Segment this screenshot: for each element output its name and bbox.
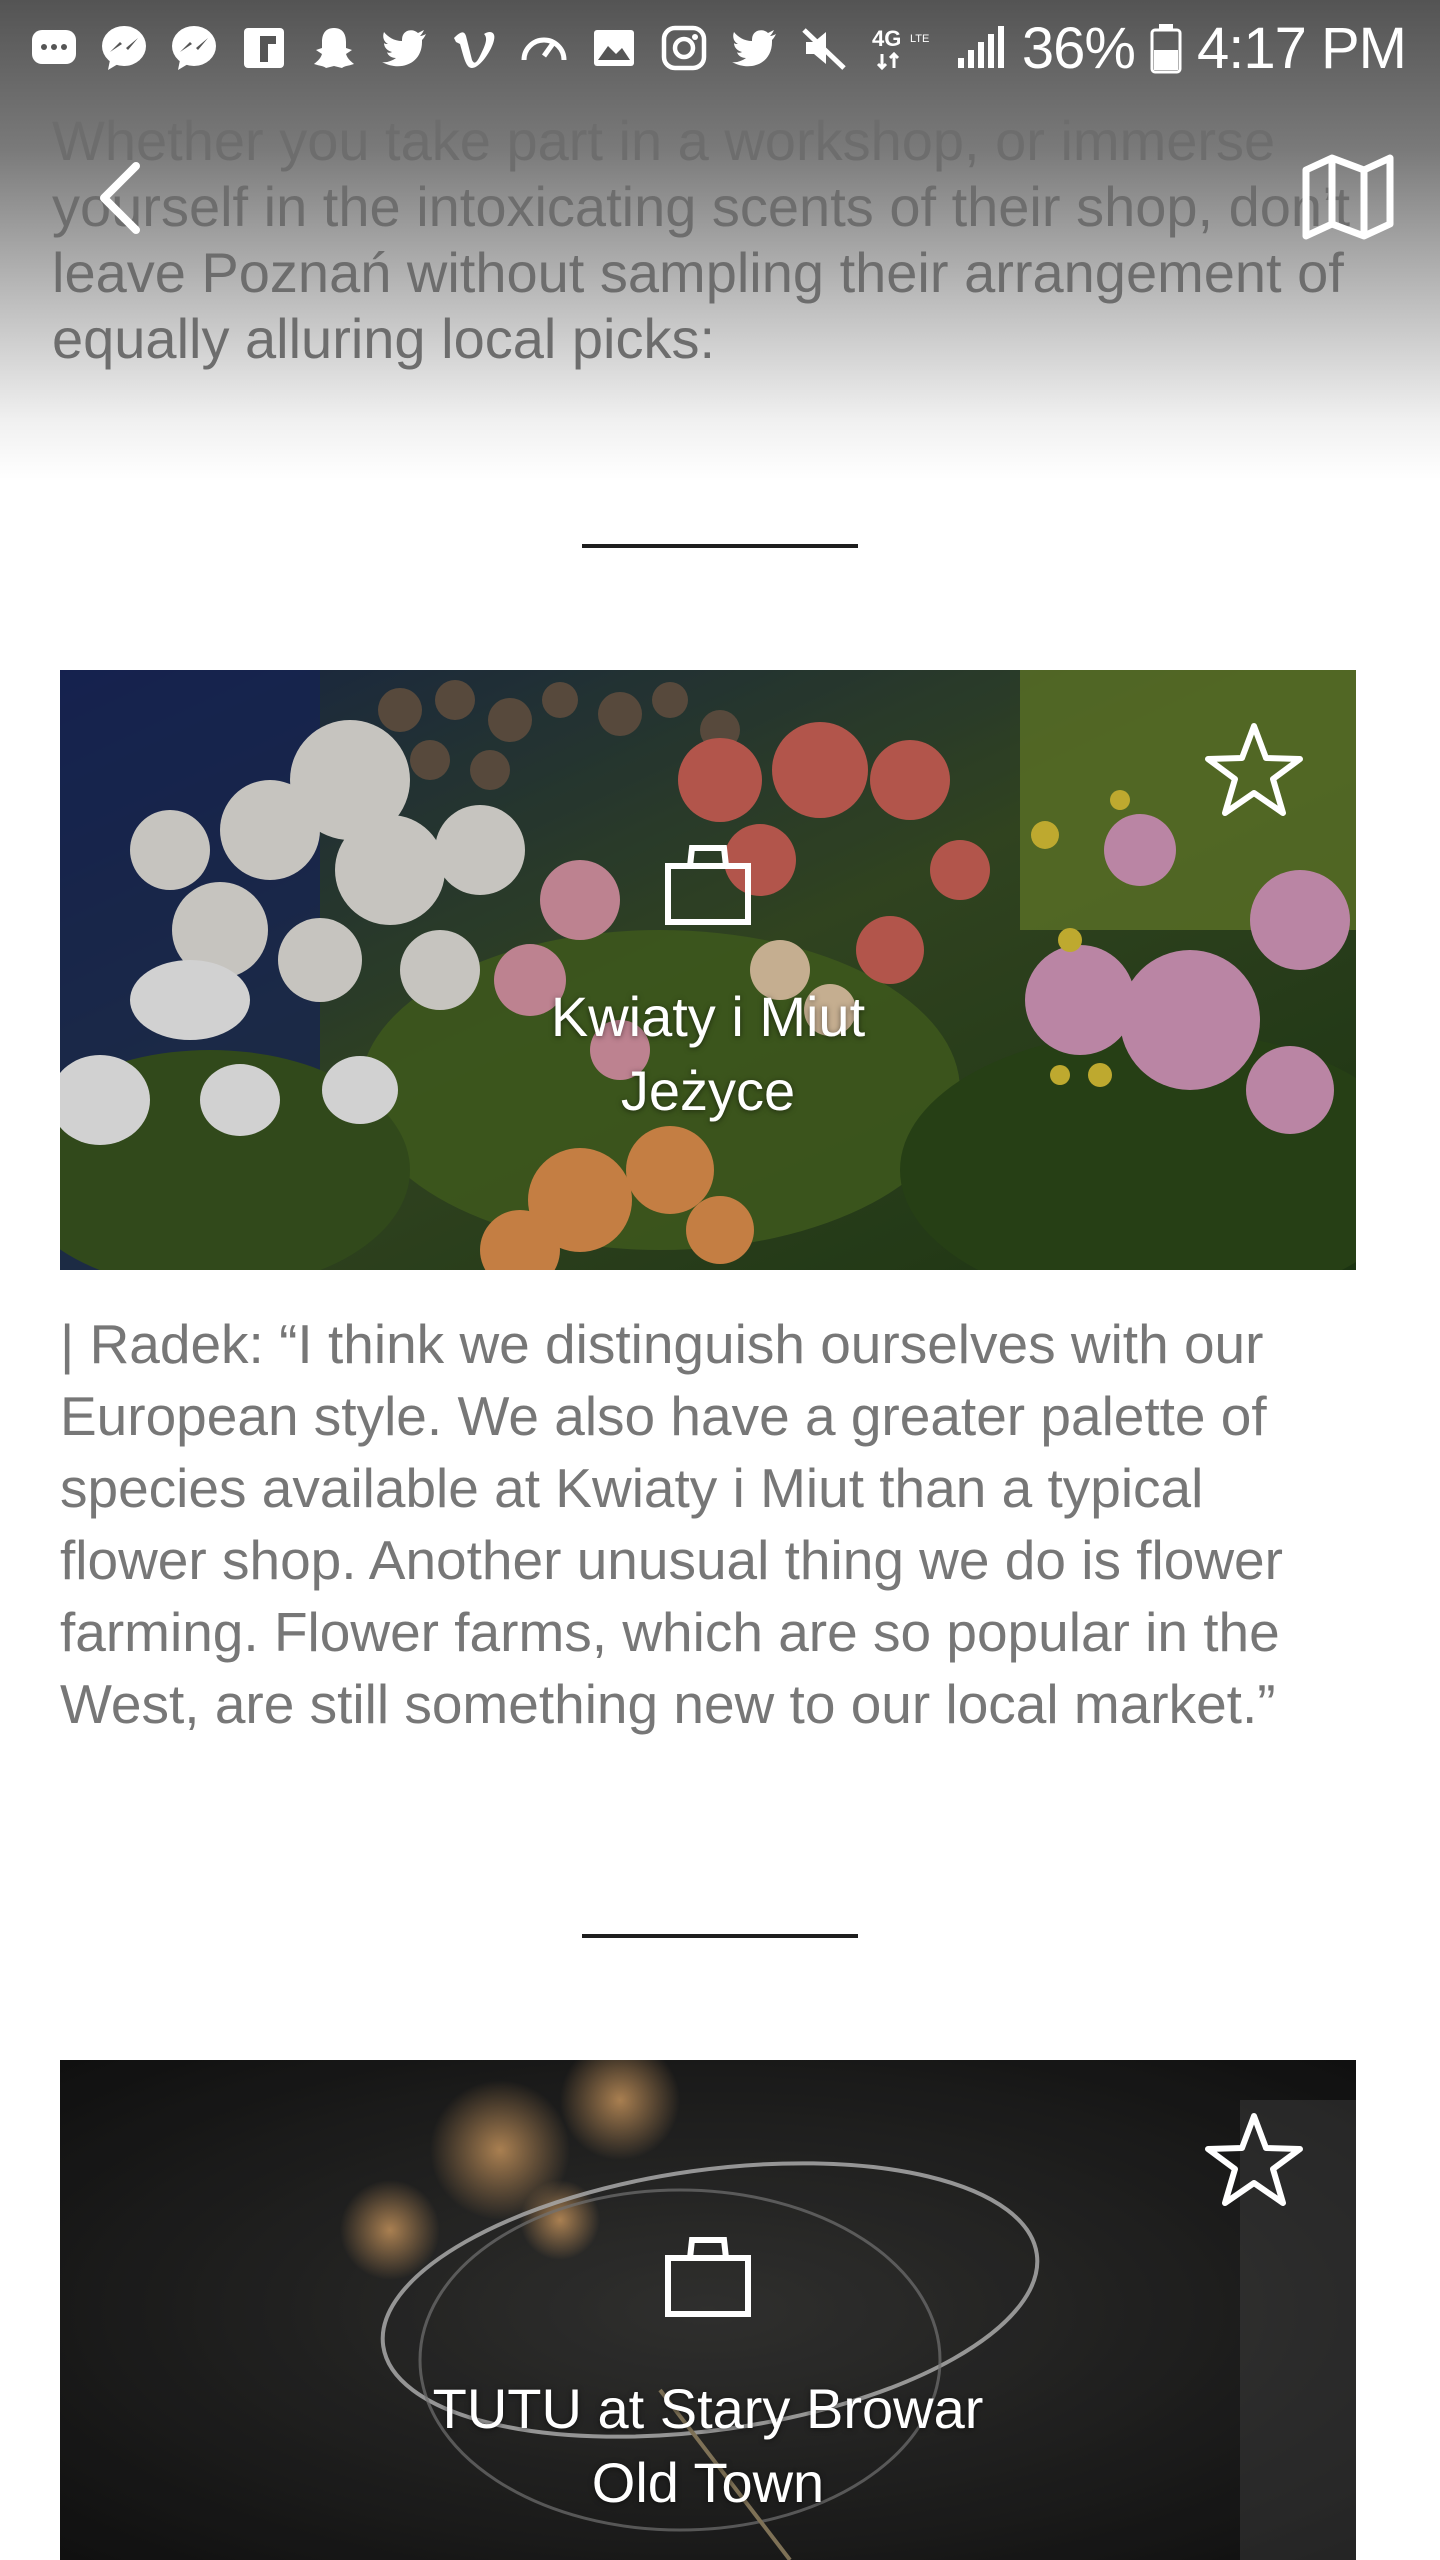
place-district: Old Town <box>591 2451 825 2514</box>
star-outline-icon[interactable] <box>1202 720 1306 820</box>
chevron-left-icon <box>100 162 140 234</box>
svg-text:4G: 4G <box>872 26 901 51</box>
card-title: Kwiaty i Miut Jeżyce <box>60 980 1356 1128</box>
signal-icon <box>952 20 1008 76</box>
network-icon: 4G LTE <box>870 20 938 76</box>
notification-icons <box>26 14 852 82</box>
section-divider <box>582 1934 858 1938</box>
vimeo-icon <box>446 20 502 76</box>
shopping-bag-icon <box>665 2237 751 2317</box>
snapchat-icon <box>306 20 362 76</box>
battery-percent: 36% <box>1021 15 1136 81</box>
clock: 4:17 PM <box>1197 15 1407 81</box>
mute-icon <box>796 20 852 76</box>
place-card-kwiaty[interactable]: Kwiaty i Miut Jeżyce <box>60 670 1356 1270</box>
speedometer-icon <box>516 20 572 76</box>
status-right: 4G LTE 36% 4:17 PM <box>870 12 1407 84</box>
star-outline-icon[interactable] <box>1202 2110 1306 2210</box>
instagram-icon <box>656 20 712 76</box>
section-divider <box>582 544 858 548</box>
photo-overlay <box>60 670 1356 1270</box>
shopping-bag-icon <box>665 845 751 925</box>
gallery-icon <box>586 20 642 76</box>
place-card-tutu[interactable]: TUTU at Stary Browar Old Town <box>60 2060 1356 2560</box>
battery-icon <box>1149 20 1183 76</box>
back-button[interactable] <box>92 158 152 238</box>
card-title: TUTU at Stary Browar Old Town <box>60 2372 1356 2520</box>
messenger-icon <box>96 20 152 76</box>
map-button[interactable] <box>1300 152 1396 242</box>
map-icon <box>1302 154 1394 240</box>
twitter-icon <box>726 20 782 76</box>
place-name: Kwiaty i Miut <box>550 985 866 1048</box>
place-name: TUTU at Stary Browar <box>432 2377 984 2440</box>
twitter-icon <box>376 20 432 76</box>
quote-text: | Radek: “I think we distinguish ourselv… <box>60 1313 1283 1735</box>
flipboard-icon <box>236 20 292 76</box>
intro-text: Whether you take part in a workshop, or … <box>52 109 1351 370</box>
status-bar: 4G LTE 36% 4:17 PM <box>0 0 1440 96</box>
messenger-icon <box>166 20 222 76</box>
chat-icon <box>26 20 82 76</box>
svg-text:LTE: LTE <box>910 33 929 45</box>
place-district: Jeżyce <box>620 1059 796 1122</box>
